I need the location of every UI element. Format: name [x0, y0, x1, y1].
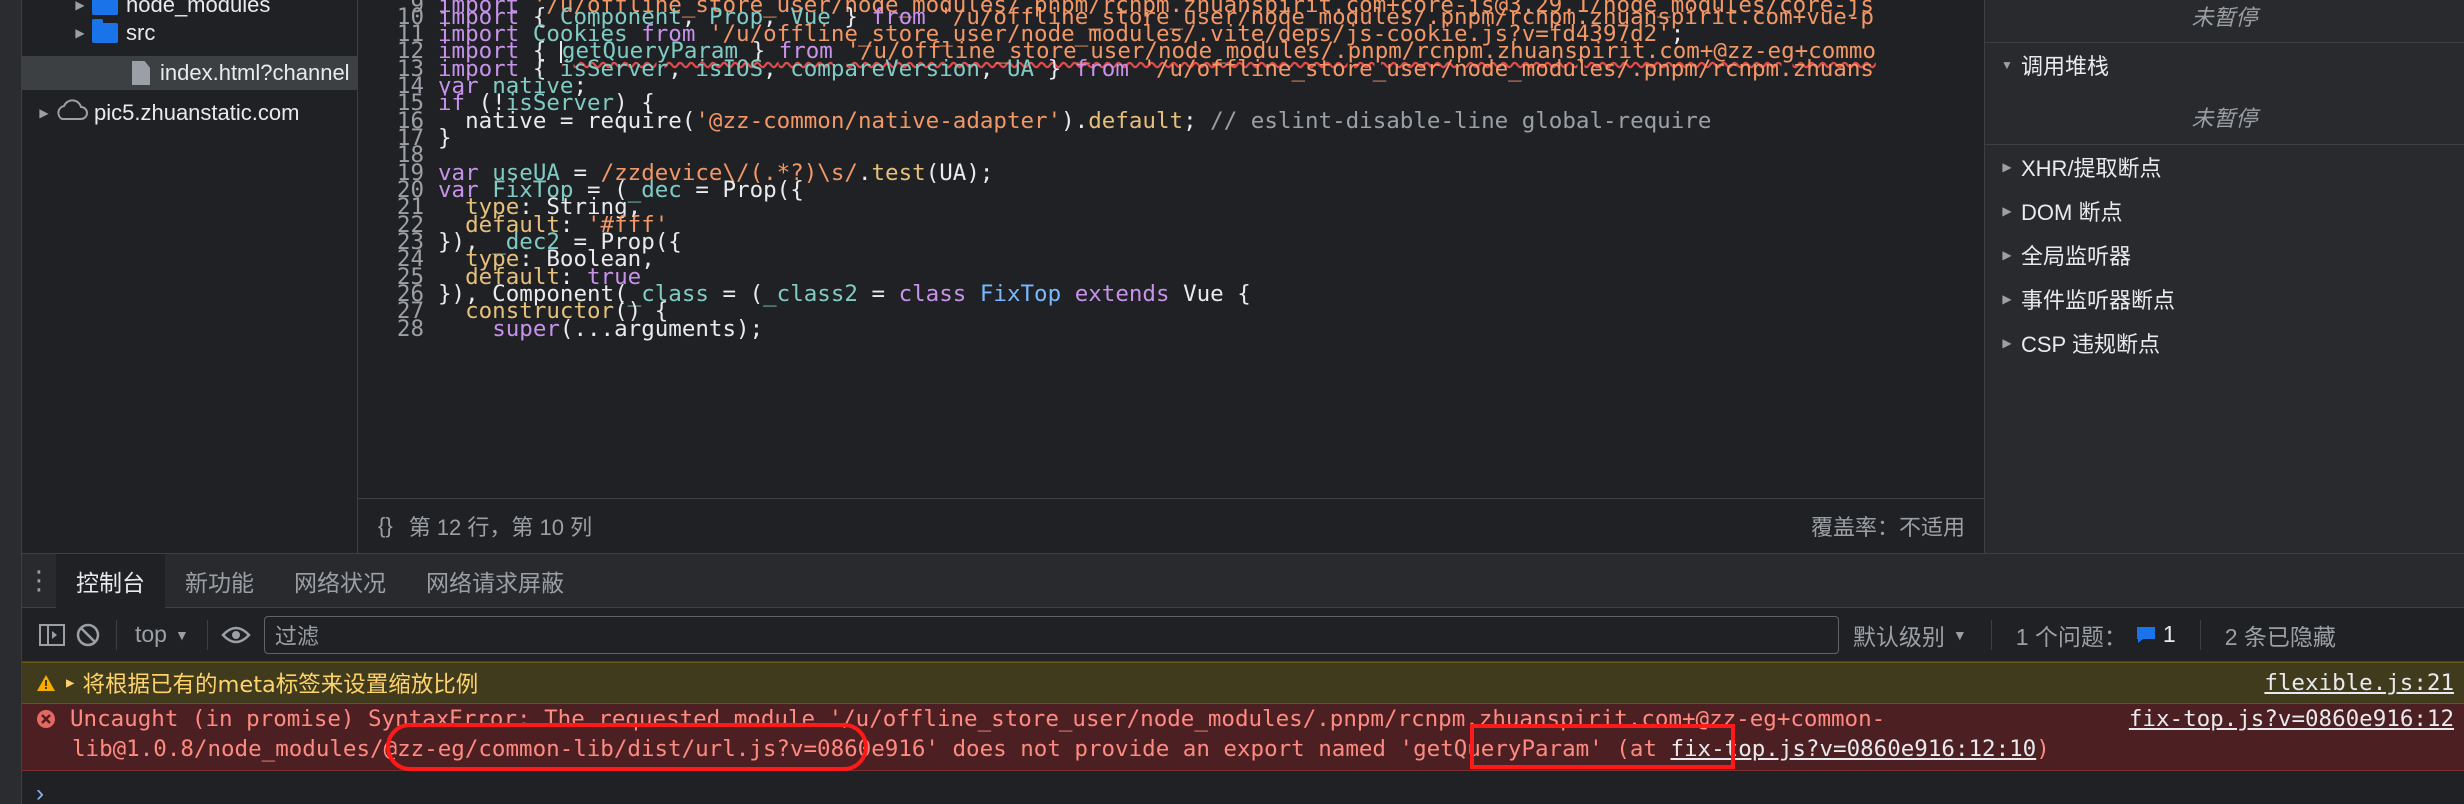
section-call-stack[interactable]: ▼ 调用堆栈	[1985, 43, 2464, 87]
not-paused-text: 未暂停	[2191, 5, 2258, 30]
folder-icon	[92, 19, 118, 43]
clear-console-icon[interactable]	[70, 622, 106, 648]
annotation-rectangle	[1470, 724, 1735, 769]
expand-triangle-icon[interactable]: ▶	[36, 106, 52, 120]
context-label: top	[135, 621, 167, 647]
collapsed-triangle-icon: ▶	[2002, 160, 2012, 174]
eye-icon[interactable]	[218, 625, 254, 645]
folder-icon	[92, 0, 118, 15]
section-xhr-breakpoints[interactable]: ▶ XHR/提取断点	[1985, 145, 2464, 189]
not-paused-text: 未暂停	[2191, 106, 2258, 131]
warning-source-link[interactable]: flexible.js:21	[2264, 670, 2454, 696]
tree-item-label: pic5.zhuanstatic.com	[94, 100, 300, 125]
tab-network-conditions[interactable]: 网络状况	[274, 554, 406, 608]
section-event-listener-breakpoints[interactable]: ▶ 事件监听器断点	[1985, 277, 2464, 321]
collapsed-triangle-icon: ▶	[2002, 204, 2012, 218]
filter-placeholder: 过滤	[274, 623, 319, 649]
error-icon	[37, 710, 55, 728]
pretty-print-icon[interactable]: {}	[378, 513, 393, 539]
tree-item-index-html[interactable]: index.html?channel	[22, 56, 358, 90]
tree-item-pic5-domain[interactable]: ▶ pic5.zhuanstatic.com	[22, 96, 358, 130]
section-label: 事件监听器断点	[2021, 288, 2176, 313]
coverage-status: 覆盖率：不适用	[1810, 515, 1965, 540]
console-drawer: ⋮ 控制台 新功能 网络状况 网络请求屏蔽 top ▼ 过滤 默认级别 ▼ 1	[22, 553, 2464, 804]
collapsed-triangle-icon: ▶	[2002, 248, 2012, 262]
expand-triangle-icon[interactable]: ▶	[72, 26, 88, 40]
warning-text: 将根据已有的meta标签来设置缩放比例	[82, 672, 479, 698]
console-toolbar: top ▼ 过滤 默认级别 ▼ 1 个问题： 1 2 条已隐藏	[22, 608, 2464, 662]
hidden-count: 2 条已隐藏	[2224, 623, 2336, 650]
code-editor[interactable]: 9 import '/u/offline_store_user/node_modu…	[358, 0, 1985, 553]
file-icon	[132, 61, 150, 85]
tree-item-label: index.html?channel	[160, 60, 350, 85]
cloud-icon	[54, 99, 88, 127]
warning-icon	[37, 675, 55, 691]
issue-badge: 1	[2135, 621, 2176, 648]
issues-button[interactable]: 1 个问题： 1	[2002, 618, 2190, 652]
collapsed-triangle-icon: ▶	[2002, 336, 2012, 350]
section-label: 调用堆栈	[2021, 54, 2110, 79]
section-label: XHR/提取断点	[2021, 156, 2162, 181]
tab-request-blocking[interactable]: 网络请求屏蔽	[406, 554, 584, 608]
tab-whats-new[interactable]: 新功能	[165, 554, 274, 608]
section-label: DOM 断点	[2021, 200, 2123, 225]
section-label: CSP 违规断点	[2021, 332, 2160, 357]
message-icon	[2136, 626, 2155, 643]
file-navigator: ▶ node_modules ▶ src index.html?channel …	[22, 0, 358, 553]
cursor-position: 第 12 行，第 10 列	[408, 515, 593, 540]
sources-panel: ▶ node_modules ▶ src index.html?channel …	[0, 0, 2464, 553]
tree-item-src[interactable]: ▶ src	[22, 16, 358, 50]
console-error: Uncaught (in promise) SyntaxError: The r…	[22, 704, 2464, 771]
tab-console[interactable]: 控制台	[56, 553, 165, 608]
section-label: 全局监听器	[2021, 244, 2132, 269]
debugger-sidebar: 未暂停 ▼ 调用堆栈 未暂停 ▶ XHR/提取断点 ▶ DOM 断点 ▶ 全局监…	[1985, 0, 2464, 553]
more-tabs-icon[interactable]: ⋮	[22, 565, 56, 596]
section-dom-breakpoints[interactable]: ▶ DOM 断点	[1985, 189, 2464, 233]
expanded-triangle-icon: ▼	[2001, 58, 2013, 72]
console-prompt[interactable]: ›	[36, 780, 44, 804]
console-warning: ▶ 将根据已有的meta标签来设置缩放比例 flexible.js:21	[22, 662, 2464, 704]
code-line: 28 super(...arguments);	[396, 316, 764, 343]
code-area[interactable]: 9 import '/u/offline_store_user/node_modu…	[358, 0, 1985, 498]
context-selector[interactable]: top ▼	[127, 621, 197, 648]
error-line-2: lib@1.0.8/node_modules/@zz-eg/common-lib…	[72, 736, 2050, 762]
annotation-ellipse	[386, 723, 868, 771]
filter-input[interactable]: 过滤	[263, 615, 1839, 654]
editor-status-bar: {} 第 12 行，第 10 列 覆盖率：不适用	[358, 498, 1985, 553]
dropdown-triangle-icon: ▼	[1952, 626, 1967, 643]
collapsed-triangle-icon: ▶	[2002, 292, 2012, 306]
error-source-link[interactable]: fix-top.js?v=0860e916:12	[2129, 704, 2454, 734]
section-global-listeners[interactable]: ▶ 全局监听器	[1985, 233, 2464, 277]
tree-item-label: src	[126, 20, 156, 45]
expand-triangle-icon[interactable]: ▶	[66, 675, 74, 691]
section-csp-breakpoints[interactable]: ▶ CSP 违规断点	[1985, 321, 2464, 365]
log-level-dropdown[interactable]: 默认级别 ▼	[1839, 618, 1981, 652]
dropdown-triangle-icon: ▼	[174, 626, 189, 643]
drawer-tabbar: ⋮ 控制台 新功能 网络状况 网络请求屏蔽	[22, 553, 2464, 608]
sidebar-toggle-icon[interactable]	[34, 623, 70, 647]
expand-triangle-icon[interactable]: ▶	[72, 0, 88, 12]
